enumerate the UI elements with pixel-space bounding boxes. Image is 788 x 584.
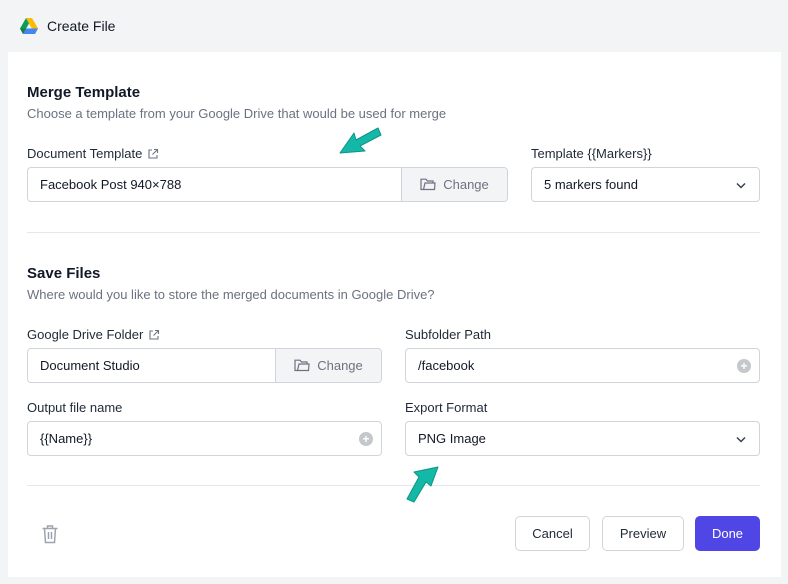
drive-folder-change-button[interactable]: Change [275,349,381,382]
output-name-label: Output file name [27,400,123,415]
footer-divider [27,485,760,486]
subfolder-value: /facebook [418,358,475,373]
annotation-arrow-icon [406,466,439,503]
preview-button[interactable]: Preview [602,516,684,551]
title-bar: Create File [0,0,788,52]
markers-value: 5 markers found [544,177,638,192]
window-title: Create File [47,18,116,34]
output-name-value: {{Name}} [40,431,93,446]
done-button[interactable]: Done [695,516,760,551]
change-label: Change [317,358,363,373]
save-files-heading: Save Files [27,265,101,282]
drive-folder-field[interactable]: Document Studio Change [27,348,382,383]
document-template-field[interactable]: Facebook Post 940×788 Change [27,167,508,202]
chevron-down-icon [736,436,746,443]
external-link-icon[interactable] [148,329,160,341]
create-file-panel: Merge Template Choose a template from yo… [8,52,781,577]
drive-folder-label-text: Google Drive Folder [27,327,144,342]
trash-icon[interactable] [41,524,59,544]
annotation-arrow-icon [339,127,382,154]
markers-label: Template {{Markers}} [531,146,652,161]
section-divider [27,232,760,233]
drive-folder-label: Google Drive Folder [27,327,160,342]
export-format-label: Export Format [405,400,488,415]
drive-folder-value: Document Studio [40,358,140,373]
merge-template-description: Choose a template from your Google Drive… [27,106,447,121]
document-template-value: Facebook Post 940×788 [40,177,182,192]
change-label: Change [443,177,489,192]
merge-template-heading: Merge Template [27,84,141,101]
markers-select[interactable]: 5 markers found [531,167,760,202]
export-format-value: PNG Image [418,431,486,446]
export-format-select[interactable]: PNG Image [405,421,760,456]
external-link-icon[interactable] [147,148,159,160]
cancel-button[interactable]: Cancel [515,516,590,551]
save-files-description: Where would you like to store the merged… [27,287,435,302]
add-marker-icon[interactable]: + [737,358,751,373]
google-drive-icon [20,18,38,34]
subfolder-label: Subfolder Path [405,327,492,342]
output-name-input[interactable]: {{Name}} + [27,421,382,456]
folder-icon [294,359,310,372]
chevron-down-icon [736,182,746,189]
document-template-label: Document Template [27,146,159,161]
subfolder-input[interactable]: /facebook + [405,348,760,383]
folder-icon [420,178,436,191]
add-marker-icon[interactable]: + [359,431,373,446]
document-template-change-button[interactable]: Change [401,168,507,201]
document-template-label-text: Document Template [27,146,143,161]
